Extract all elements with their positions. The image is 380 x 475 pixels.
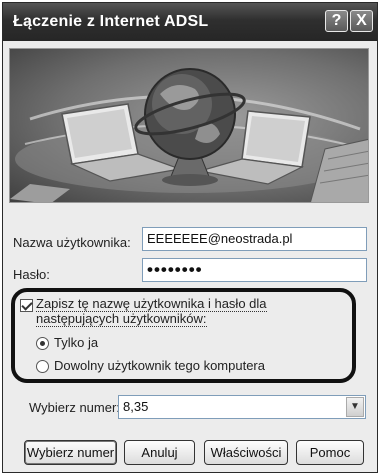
dial-button[interactable]: Wybierz numer bbox=[24, 440, 117, 465]
dialog-window: Łączenie z Internet ADSL ? X Nazwa użytk… bbox=[2, 2, 378, 473]
radio-only-me[interactable] bbox=[36, 337, 49, 350]
password-label: Hasło: bbox=[13, 267, 50, 282]
help-button[interactable]: Pomoc bbox=[296, 440, 364, 465]
username-input[interactable]: EEEEEEE@neostrada.pl bbox=[142, 227, 367, 251]
properties-button[interactable]: Właściwości bbox=[204, 440, 288, 465]
chevron-down-icon[interactable]: ▼ bbox=[346, 397, 364, 417]
password-input[interactable]: •••••••• bbox=[142, 258, 367, 282]
globe-laptops-illustration bbox=[10, 68, 368, 202]
save-credentials-label-text: Zapisz tę nazwę użytkownika i hasło dla … bbox=[36, 296, 267, 327]
title-bar[interactable]: Łączenie z Internet ADSL ? X bbox=[3, 3, 377, 41]
radio-any-user[interactable] bbox=[36, 360, 49, 373]
help-icon-button[interactable]: ? bbox=[325, 10, 348, 32]
connection-banner-image bbox=[9, 48, 369, 203]
radio-any-user-label[interactable]: Dowolny użytkownik tego komputera bbox=[54, 358, 265, 373]
dial-number-combobox[interactable]: 8,35 ▼ bbox=[118, 395, 366, 419]
window-title: Łączenie z Internet ADSL bbox=[13, 13, 209, 30]
save-credentials-checkbox[interactable] bbox=[20, 299, 33, 312]
radio-only-me-label[interactable]: Tylko ja bbox=[54, 335, 98, 350]
close-icon-button[interactable]: X bbox=[350, 10, 373, 32]
cancel-button[interactable]: Anuluj bbox=[124, 440, 195, 465]
dial-number-value: 8,35 bbox=[123, 399, 149, 414]
dial-number-label: Wybierz numer: bbox=[29, 400, 120, 415]
save-credentials-label[interactable]: Zapisz tę nazwę użytkownika i hasło dla … bbox=[36, 296, 342, 327]
username-label: Nazwa użytkownika: bbox=[13, 235, 131, 250]
